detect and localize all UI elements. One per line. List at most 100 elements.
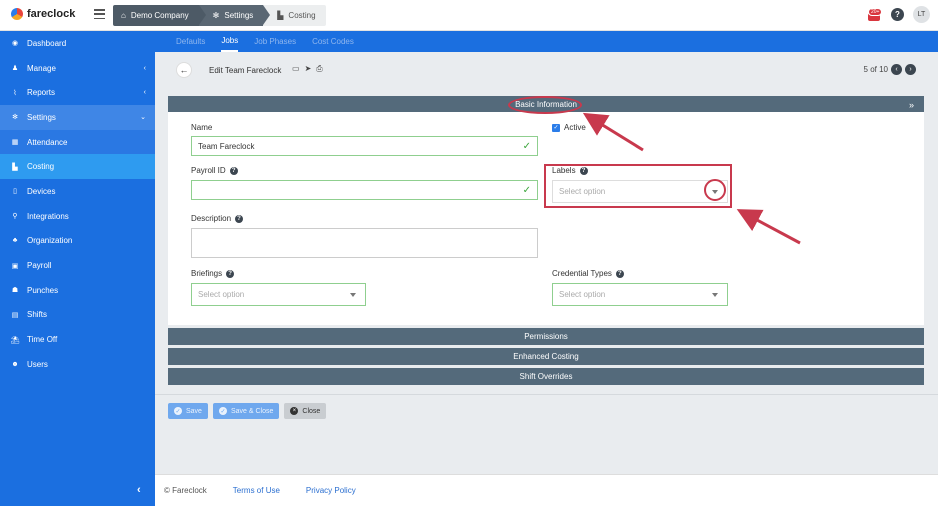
section-shift-overrides[interactable]: Shift Overrides (168, 368, 924, 385)
tab-jobs[interactable]: Jobs (221, 31, 239, 52)
bullhorn-icon[interactable]: ➤ (305, 64, 312, 74)
sidebar-item-manage[interactable]: ♟ Manage ‹ (0, 56, 155, 81)
id-card-icon[interactable]: ▭ (292, 64, 300, 74)
checkbox-checked-icon[interactable]: ✓ (552, 123, 560, 132)
help-icon[interactable]: ? (226, 269, 235, 278)
previous-record-icon[interactable]: ‹ (891, 64, 902, 75)
notification-bell-icon[interactable]: 20+ (866, 7, 883, 23)
sidebar-item-punches[interactable]: ☗ Punches (0, 278, 155, 303)
menu-icon[interactable] (94, 9, 105, 19)
credential-types-label: Credential Types ? (552, 269, 624, 278)
name-field[interactable]: Team Fareclock ✓ (191, 136, 538, 156)
print-icon[interactable]: ⎙ (316, 64, 322, 74)
back-arrow-icon[interactable]: ← (176, 62, 192, 78)
breadcrumb-demo-company[interactable]: ⌂ Demo Company (113, 5, 206, 26)
briefings-label: Briefings ? (191, 269, 235, 278)
copyright: © Fareclock (164, 486, 207, 495)
fareclock-logo-icon (11, 8, 23, 20)
valid-check-icon: ✓ (522, 184, 531, 196)
briefings-select[interactable]: Select option (191, 283, 366, 306)
save-and-close-button[interactable]: ✓ Save & Close (212, 403, 280, 419)
notification-badge: 20+ (868, 7, 883, 16)
help-icon[interactable]: ? (235, 214, 244, 223)
tab-cost-codes[interactable]: Cost Codes (312, 31, 354, 52)
section-permissions[interactable]: Permissions (168, 328, 924, 345)
help-icon[interactable]: ? (891, 8, 904, 21)
check-icon: ✓ (174, 407, 182, 415)
tab-defaults[interactable]: Defaults (176, 31, 205, 52)
costing-icon: ▙ (12, 163, 18, 171)
payroll-icon: ▣ (11, 262, 19, 270)
sidebar-item-devices[interactable]: ▯ Devices (0, 179, 155, 204)
costing-tabs: Defaults Jobs Job Phases Cost Codes (155, 31, 938, 52)
breadcrumb-costing[interactable]: ▙ Costing (263, 5, 326, 26)
sidebar-item-shifts[interactable]: ▤ Shifts (0, 303, 155, 328)
users-icon: ☻ (11, 360, 19, 368)
terms-link[interactable]: Terms of Use (233, 486, 280, 495)
sidebar-item-dashboard[interactable]: ◉ Dashboard (0, 31, 155, 56)
sidebar-item-costing[interactable]: ▙ Costing (0, 154, 155, 180)
sidebar-item-users[interactable]: ☻ Users (0, 352, 155, 377)
collapse-section-icon[interactable]: » (909, 100, 914, 110)
help-icon[interactable]: ? (229, 166, 238, 175)
chevron-down-icon[interactable] (712, 293, 718, 297)
sidebar-item-integrations[interactable]: ⚲ Integrations (0, 204, 155, 229)
shift-icon: ▤ (11, 311, 19, 319)
next-record-icon[interactable]: › (905, 64, 916, 75)
sidebar-item-reports[interactable]: ⌇ Reports ‹ (0, 80, 155, 105)
chevron-down-icon[interactable] (350, 293, 356, 297)
sidebar-item-settings[interactable]: ✻ Settings ⌄ (0, 105, 155, 130)
chevron-down-icon: ⌄ (140, 114, 146, 122)
description-field[interactable] (191, 228, 538, 258)
sidebar-item-time-off[interactable]: ⛱ Time Off (0, 327, 155, 352)
chevron-left-icon: ‹ (143, 64, 146, 72)
sidebar: ◉ Dashboard ♟ Manage ‹ ⌇ Reports ‹ ✻ Settings ⌄… (0, 31, 155, 506)
timeoff-icon: ⛱ (10, 336, 20, 344)
help-icon[interactable]: ? (615, 269, 624, 278)
valid-check-icon: ✓ (522, 140, 531, 152)
footer: © Fareclock Terms of Use Privacy Policy (155, 474, 938, 506)
punch-icon: ☗ (11, 287, 19, 295)
top-bar: fareclock ⌂ Demo Company ✻ Settings ▙ Co… (0, 0, 938, 31)
org-icon: ♣ (12, 237, 18, 245)
breadcrumb-settings[interactable]: ✻ Settings (198, 5, 271, 26)
sidebar-item-payroll[interactable]: ▣ Payroll (0, 253, 155, 278)
gear-icon: ✻ (12, 114, 18, 122)
credential-types-select[interactable]: Select option (552, 283, 728, 306)
logo[interactable]: fareclock (11, 8, 75, 20)
dashboard-icon: ◉ (11, 40, 19, 48)
tab-job-phases[interactable]: Job Phases (254, 31, 296, 52)
costing-icon: ▙ (277, 11, 284, 20)
name-label: Name (191, 123, 213, 132)
breadcrumb: ⌂ Demo Company ✻ Settings ▙ Costing (113, 5, 326, 26)
pager-text: 5 of 10 (863, 65, 888, 74)
plug-icon: ⚲ (12, 213, 18, 221)
payroll-id-field[interactable]: ✓ (191, 180, 538, 200)
user-icon: ♟ (11, 65, 19, 73)
attendance-icon: ▦ (11, 139, 19, 147)
privacy-link[interactable]: Privacy Policy (306, 486, 356, 495)
record-toolbar: ← Edit Team Fareclock ▭ ➤ ⎙ 5 of 10 ‹ › (155, 52, 938, 92)
record-pager: 5 of 10 ‹ › (864, 64, 916, 75)
close-icon: × (290, 407, 299, 415)
close-button[interactable]: × Close (284, 403, 327, 419)
section-enhanced-costing[interactable]: Enhanced Costing (168, 348, 924, 365)
chart-icon: ⌇ (13, 89, 17, 97)
check-icon: ✓ (218, 407, 227, 415)
collapse-sidebar-icon[interactable]: ‹ (137, 484, 141, 496)
avatar[interactable]: LT (913, 6, 930, 23)
sidebar-item-organization[interactable]: ♣ Organization (0, 229, 155, 254)
basic-information-panel: Name Team Fareclock ✓ ✓ Active Payroll I… (168, 112, 924, 325)
payroll-id-label: Payroll ID ? (191, 166, 238, 175)
annotation-circle-labels-dropdown (704, 179, 726, 201)
active-checkbox[interactable]: ✓ Active (552, 123, 586, 132)
chevron-left-icon: ‹ (143, 89, 146, 97)
device-icon: ▯ (13, 188, 17, 196)
gear-icon: ✻ (212, 11, 220, 20)
annotation-ellipse-basic-information (508, 96, 582, 114)
divider (155, 394, 938, 395)
sidebar-item-attendance[interactable]: ▦ Attendance (0, 129, 155, 155)
main-content: ← Edit Team Fareclock ▭ ➤ ⎙ 5 of 10 ‹ › … (155, 52, 938, 474)
save-button[interactable]: ✓ Save (168, 403, 208, 419)
page-title: Edit Team Fareclock (209, 66, 282, 75)
